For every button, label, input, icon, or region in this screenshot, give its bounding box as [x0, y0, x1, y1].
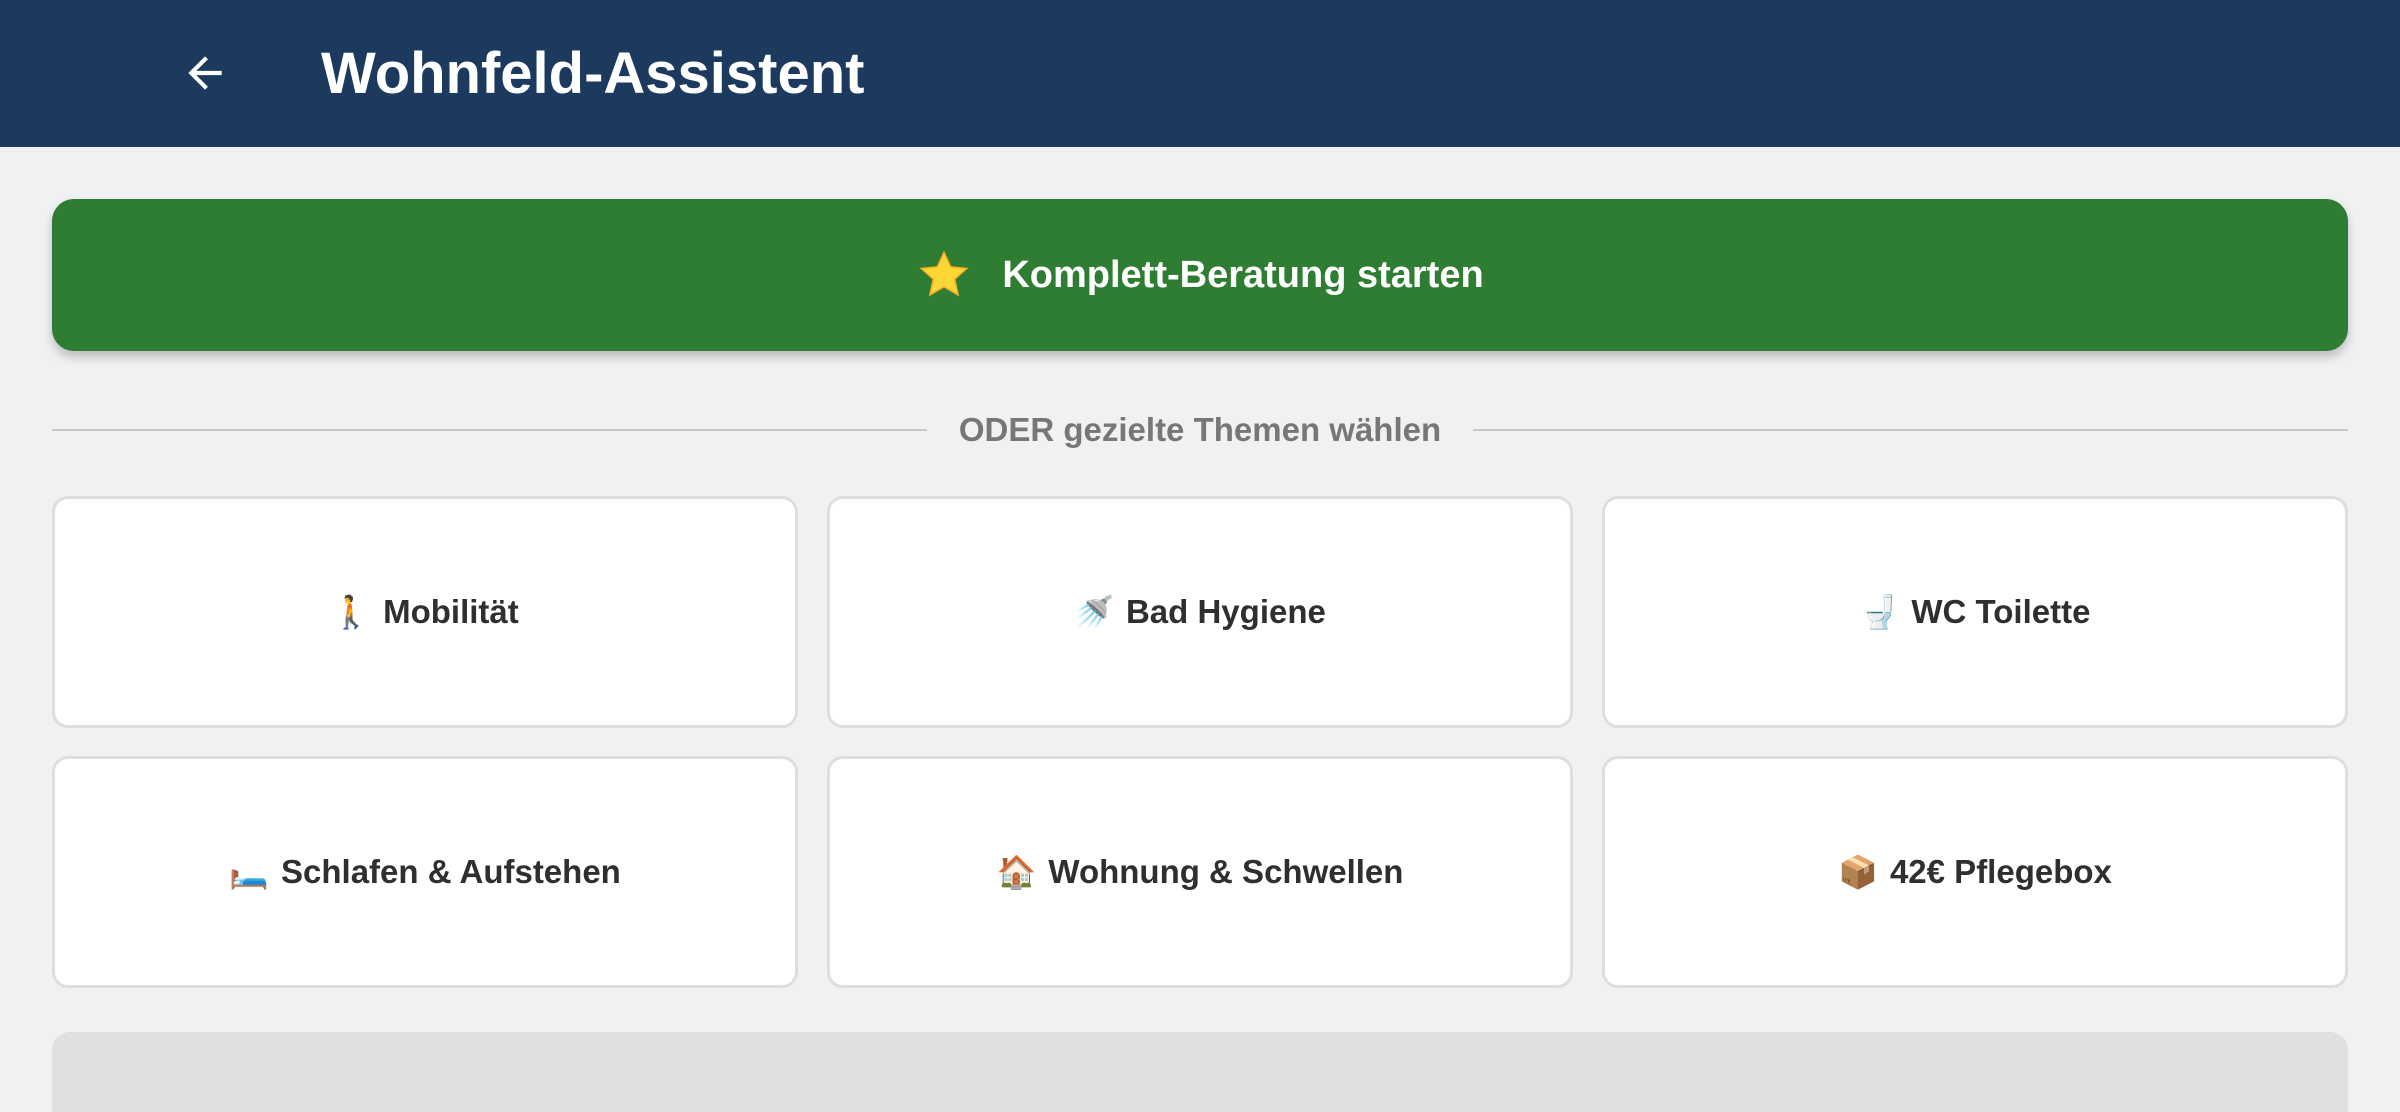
- package-icon: 📦: [1838, 854, 1878, 890]
- toilet-icon: 🚽: [1859, 594, 1900, 630]
- topic-divider: ODER gezielte Themen wählen: [52, 395, 2348, 465]
- house-icon: 🏠: [996, 854, 1037, 890]
- topic-grid: 🚶 Mobilität 🚿 Bad Hygiene 🚽 WC Toilette …: [52, 496, 2348, 988]
- topic-card-wc-toilet[interactable]: 🚽 WC Toilette: [1602, 496, 2348, 728]
- shower-icon: 🚿: [1074, 594, 1114, 630]
- star-icon: [919, 250, 969, 297]
- topic-label: Bad Hygiene: [1125, 593, 1326, 630]
- divider-line-left: [52, 429, 927, 431]
- topic-label: Schlafen & Aufstehen: [281, 853, 621, 890]
- page-title: Wohnfeld-Assistent: [321, 41, 865, 106]
- topic-card-mobility[interactable]: 🚶 Mobilität: [52, 496, 798, 728]
- topic-label: WC Toilette: [1911, 593, 2091, 630]
- start-full-consultation-label: Komplett-Beratung starten: [1002, 253, 1484, 296]
- topic-card-sleeping[interactable]: 🛏️ Schlafen & Aufstehen: [52, 756, 798, 988]
- start-full-consultation-button[interactable]: Komplett-Beratung starten: [52, 199, 2348, 351]
- topic-label: Wohnung & Schwellen: [1048, 853, 1404, 890]
- bed-icon: 🛏️: [229, 854, 269, 890]
- topic-label: Mobilität: [383, 593, 519, 630]
- arrow-left-icon: [188, 56, 222, 90]
- bottom-panel: [52, 1032, 2348, 1112]
- topic-label: 42€ Pflegebox: [1889, 853, 2112, 890]
- topic-card-bath-hygiene[interactable]: 🚿 Bad Hygiene: [827, 496, 1573, 728]
- topic-card-home-thresholds[interactable]: 🏠 Wohnung & Schwellen: [827, 756, 1573, 988]
- divider-label: ODER gezielte Themen wählen: [958, 411, 1442, 448]
- back-button[interactable]: [160, 33, 250, 113]
- walking-person-icon: 🚶: [331, 594, 372, 630]
- app-bar: Wohnfeld-Assistent: [0, 0, 2400, 147]
- topic-card-care-box[interactable]: 📦 42€ Pflegebox: [1602, 756, 2348, 988]
- divider-line-right: [1473, 429, 2348, 431]
